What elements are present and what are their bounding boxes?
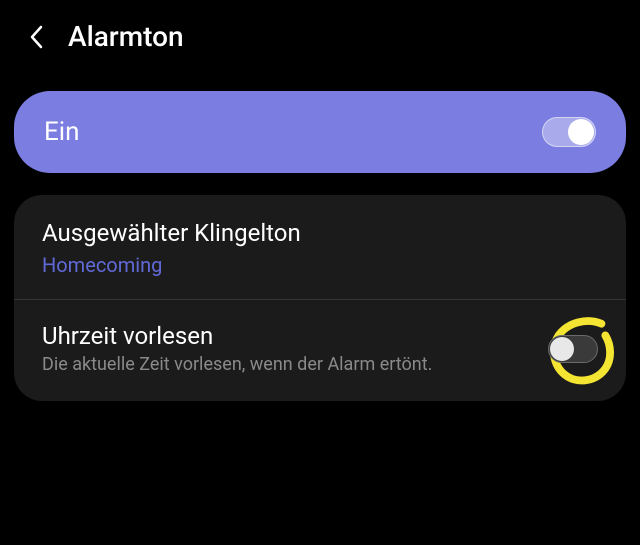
ringtone-value: Homecoming [42,253,598,277]
ringtone-setting[interactable]: Ausgewählter Klingelton Homecoming [14,195,626,300]
settings-card: Ausgewählter Klingelton Homecoming Uhrze… [14,195,626,401]
read-time-toggle-switch[interactable] [548,335,598,363]
alarm-sound-master-toggle[interactable]: Ein [14,91,626,173]
toggle-knob-icon [550,337,574,361]
page-title: Alarmton [68,20,184,53]
read-time-text: Uhrzeit vorlesen Die aktuelle Zeit vorle… [42,322,548,375]
read-time-label: Uhrzeit vorlesen [42,322,538,350]
header: Alarmton [0,0,640,73]
master-toggle-switch[interactable] [542,117,596,147]
master-toggle-label: Ein [44,117,79,147]
ringtone-label: Ausgewählter Klingelton [42,219,598,247]
toggle-knob-icon [568,119,594,145]
read-time-setting: Uhrzeit vorlesen Die aktuelle Zeit vorle… [14,300,626,401]
back-icon[interactable] [24,25,48,49]
read-time-description: Die aktuelle Zeit vorlesen, wenn der Ala… [42,354,538,375]
